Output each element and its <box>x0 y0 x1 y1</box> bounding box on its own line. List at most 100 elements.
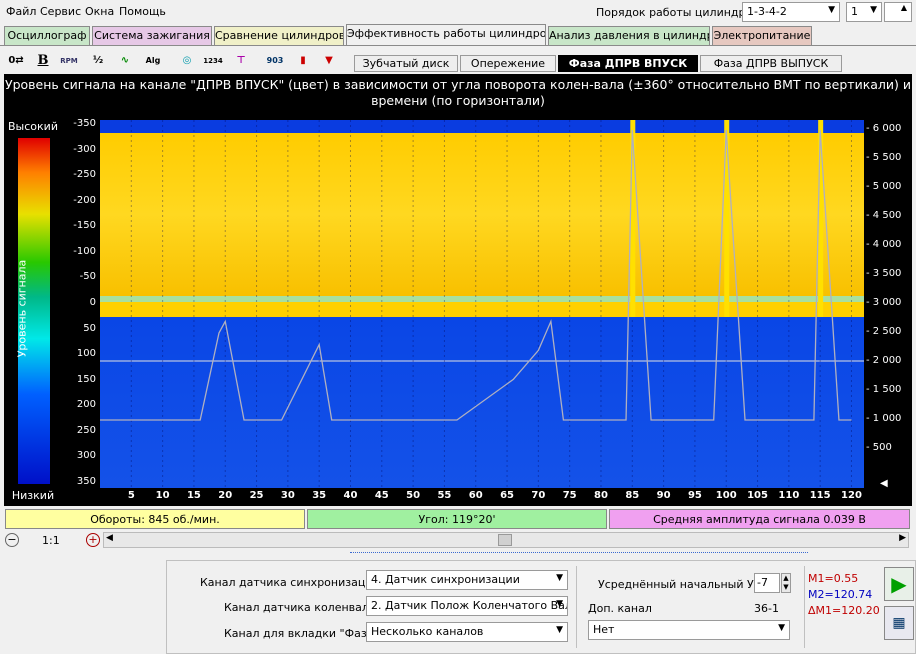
chart-title-line1: Уровень сигнала на канале "ДПРВ ВПУСК" (… <box>4 77 912 92</box>
x-tick-label: 15 <box>186 490 201 501</box>
alg-icon-text: Alg <box>145 56 161 65</box>
x-tick-label: 75 <box>562 490 577 501</box>
heatmap-plot[interactable] <box>100 120 864 488</box>
subtab-toothed-disc[interactable]: Зубчатый диск <box>354 55 458 72</box>
spike-band <box>818 120 824 317</box>
spin-buttons[interactable]: ▲ <box>884 2 912 22</box>
spin-up-icon: ▲ <box>900 3 907 12</box>
bar-icon[interactable]: ▮ <box>292 50 314 72</box>
menu-service[interactable]: Сервис <box>40 5 81 18</box>
uoz-spin[interactable]: -7 <box>754 573 780 593</box>
subtab-advance[interactable]: Опережение <box>460 55 556 72</box>
y-tick-label: 200 <box>76 399 96 411</box>
x-tick-label: 10 <box>155 490 170 501</box>
crank-channel-value: 2. Датчик Полож Коленчатого Вал <box>371 599 568 612</box>
rpm-tick-label: - 3 500 <box>866 268 902 279</box>
chevron-down-icon: ▼ <box>556 625 563 635</box>
tab-pressure[interactable]: Анализ давления в цилиндре <box>548 26 710 45</box>
rpm-tick-label: - 500 <box>866 442 892 453</box>
crank-channel-label: Канал датчика коленвала <box>224 601 376 614</box>
extra-channel-label: Доп. канал <box>588 602 652 615</box>
ellipse-icon[interactable]: ◎ <box>176 50 198 72</box>
sync-channel-label: Канал датчика синхронизации <box>200 576 380 589</box>
tab-oscilloscope[interactable]: Осциллограф <box>4 26 90 45</box>
scale-icon[interactable]: ¹⁄₂ <box>87 50 109 72</box>
scroll-thumb[interactable] <box>498 534 512 546</box>
x-tick-label: 30 <box>280 490 295 501</box>
crank-channel-select[interactable]: 2. Датчик Полож Коленчатого Вал ▼ <box>366 596 568 616</box>
alg-icon[interactable]: Alg <box>142 50 164 72</box>
rpm-tick-label: - 1 000 <box>866 413 902 424</box>
uoz-value: -7 <box>757 576 768 589</box>
zoom-in-button[interactable]: + <box>86 533 100 547</box>
x-tick-label: 120 <box>841 490 862 501</box>
x-tick-label: 100 <box>715 490 737 501</box>
y-tick-label: 300 <box>76 450 96 462</box>
tab-cylinder-efficiency[interactable]: Эффективность работы цилиндров <box>346 24 546 46</box>
play-button[interactable]: ▶ <box>884 567 914 601</box>
uoz-spin-buttons[interactable]: ▲ ▼ <box>781 573 791 593</box>
y-tick-label: -100 <box>73 245 96 257</box>
extra-channel-select[interactable]: Нет ▼ <box>588 620 790 640</box>
zoom-out-button[interactable]: − <box>5 533 19 547</box>
y-tick-label: 100 <box>76 348 96 360</box>
tab-power[interactable]: Электропитание <box>712 26 812 45</box>
splitter-handle[interactable] <box>350 552 808 556</box>
menu-bar: Файл Сервис Окна Помощь Порядок работы ц… <box>0 0 916 24</box>
counter-icon[interactable]: 903 <box>264 50 286 72</box>
menu-windows[interactable]: Окна <box>85 5 114 18</box>
settings-divider <box>576 566 577 648</box>
x-tick-label: 50 <box>406 490 421 501</box>
chevron-down-icon: ▼ <box>828 5 835 15</box>
tdc-band <box>100 296 864 302</box>
filter-icon[interactable]: ▼ <box>318 50 340 72</box>
bold-b-icon[interactable]: B <box>32 50 54 72</box>
menu-file[interactable]: Файл <box>6 5 36 18</box>
x-tick-label: 20 <box>218 490 233 501</box>
scroll-left-icon[interactable]: ◀ <box>106 533 113 543</box>
chevron-down-icon: ▼ <box>870 5 877 15</box>
firing-order-select[interactable]: 1-3-4-2 ▼ <box>742 2 840 22</box>
rpm-icon[interactable]: RPM <box>58 50 80 72</box>
firing-order-spin[interactable]: 1 ▼ <box>846 2 882 22</box>
scroll-right-arrow-icon[interactable]: ▶ <box>899 533 906 543</box>
digits-icon-text: 1234 <box>203 57 223 65</box>
y-tick-label: 0 <box>89 297 96 308</box>
tab-ignition[interactable]: Система зажигания <box>92 26 212 45</box>
sync-channel-select[interactable]: 4. Датчик синхронизации ▼ <box>366 570 568 590</box>
status-amplitude: Средняя амплитуда сигнала 0.039 В <box>609 509 910 529</box>
horizontal-scrollbar[interactable]: ◀ ▶ <box>103 532 909 548</box>
x-tick-label: 35 <box>312 490 327 501</box>
subtab-inlet-phase[interactable]: Фаза ДПРВ ВПУСК <box>558 55 698 72</box>
rpm-tick-label: - 4 500 <box>866 210 902 221</box>
menu-help[interactable]: Помощь <box>119 5 166 18</box>
tab-divider <box>0 45 916 46</box>
report-button[interactable]: ▦ <box>884 606 914 640</box>
marker-icon[interactable]: ⊤ <box>230 50 252 72</box>
scale-axis-label: Уровень сигнала <box>15 259 29 358</box>
y-tick-label: -300 <box>73 143 96 155</box>
rpm-tick-label: - 5 500 <box>866 152 902 163</box>
subtab-exhaust-phase[interactable]: Фаза ДПРВ ВЫПУСК <box>700 55 842 72</box>
x-tick-label: 60 <box>468 490 483 501</box>
curve-icon[interactable]: ∿ <box>114 50 136 72</box>
scale-high-label: Высокий <box>8 120 58 133</box>
phase-channel-select[interactable]: Несколько каналов ▼ <box>366 622 568 642</box>
digits-icon[interactable]: 1234 <box>202 50 224 72</box>
tab-cylinder-compare[interactable]: Сравнение цилиндров <box>214 26 344 45</box>
spike-band <box>630 120 636 317</box>
chart-title-line2: времени (по горизонтали) <box>371 93 545 108</box>
phase-channel-label: Канал для вкладки "Фаза" <box>224 627 379 640</box>
x-tick-label: 65 <box>500 490 514 501</box>
counter-icon-text: 903 <box>266 56 284 65</box>
scroll-right-icon[interactable]: ◀ <box>880 478 888 489</box>
x-tick-label: 40 <box>343 490 358 501</box>
rpm-tick-label: - 5 000 <box>866 181 902 192</box>
x-tick-label: 55 <box>437 490 452 501</box>
firing-order-value: 1-3-4-2 <box>747 5 787 18</box>
x-tick-label: 25 <box>249 490 264 501</box>
zoom-value: 1:1 <box>42 534 60 547</box>
y-tick-label: 250 <box>76 424 96 436</box>
upper-band-edge <box>100 302 864 317</box>
tool-hold-icon[interactable]: 0⇄ <box>5 50 27 72</box>
